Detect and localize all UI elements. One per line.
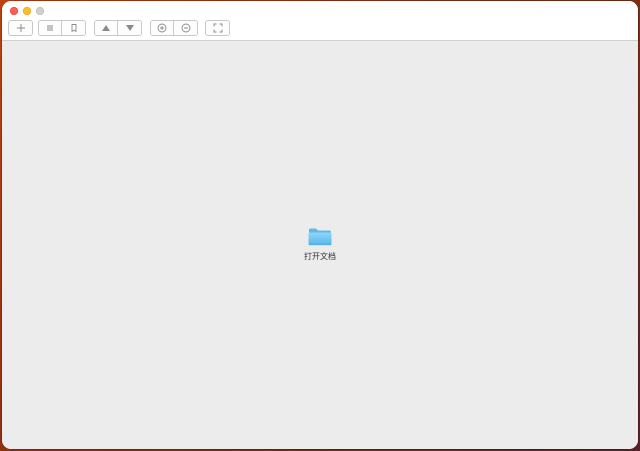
folder-icon — [308, 228, 332, 246]
app-window: 打开文档 — [2, 1, 638, 449]
zoom-out-icon — [181, 23, 190, 33]
open-document-button[interactable]: 打开文档 — [295, 227, 345, 262]
open-document-label: 打开文档 — [304, 252, 336, 261]
toolbar-group-fullscreen — [205, 20, 230, 36]
triangle-up-icon — [102, 25, 110, 31]
bookmark-button[interactable] — [62, 21, 85, 35]
document-area: 打开文档 — [2, 41, 638, 449]
zoom-in-icon — [157, 23, 167, 33]
zoom-out-button[interactable] — [174, 21, 197, 35]
minimize-window-button[interactable] — [23, 7, 31, 15]
previous-page-button[interactable] — [95, 21, 118, 35]
toolbar-group-zoom — [150, 20, 198, 36]
add-button[interactable] — [9, 21, 32, 35]
next-page-button[interactable] — [118, 21, 141, 35]
close-window-button[interactable] — [10, 7, 18, 15]
fullscreen-button[interactable] — [206, 21, 229, 35]
toolbar-group-view — [38, 20, 86, 36]
bookmark-icon — [71, 24, 76, 33]
list-icon — [47, 25, 53, 31]
toolbar-group-navigation — [94, 20, 142, 36]
titlebar — [2, 1, 638, 41]
outline-button[interactable] — [39, 21, 62, 35]
triangle-down-icon — [125, 25, 134, 31]
plus-icon — [16, 24, 25, 32]
toolbar — [2, 20, 638, 36]
toolbar-group-add — [8, 20, 33, 36]
zoom-window-button[interactable] — [36, 7, 44, 15]
fullscreen-icon — [213, 23, 222, 33]
zoom-in-button[interactable] — [151, 21, 174, 35]
